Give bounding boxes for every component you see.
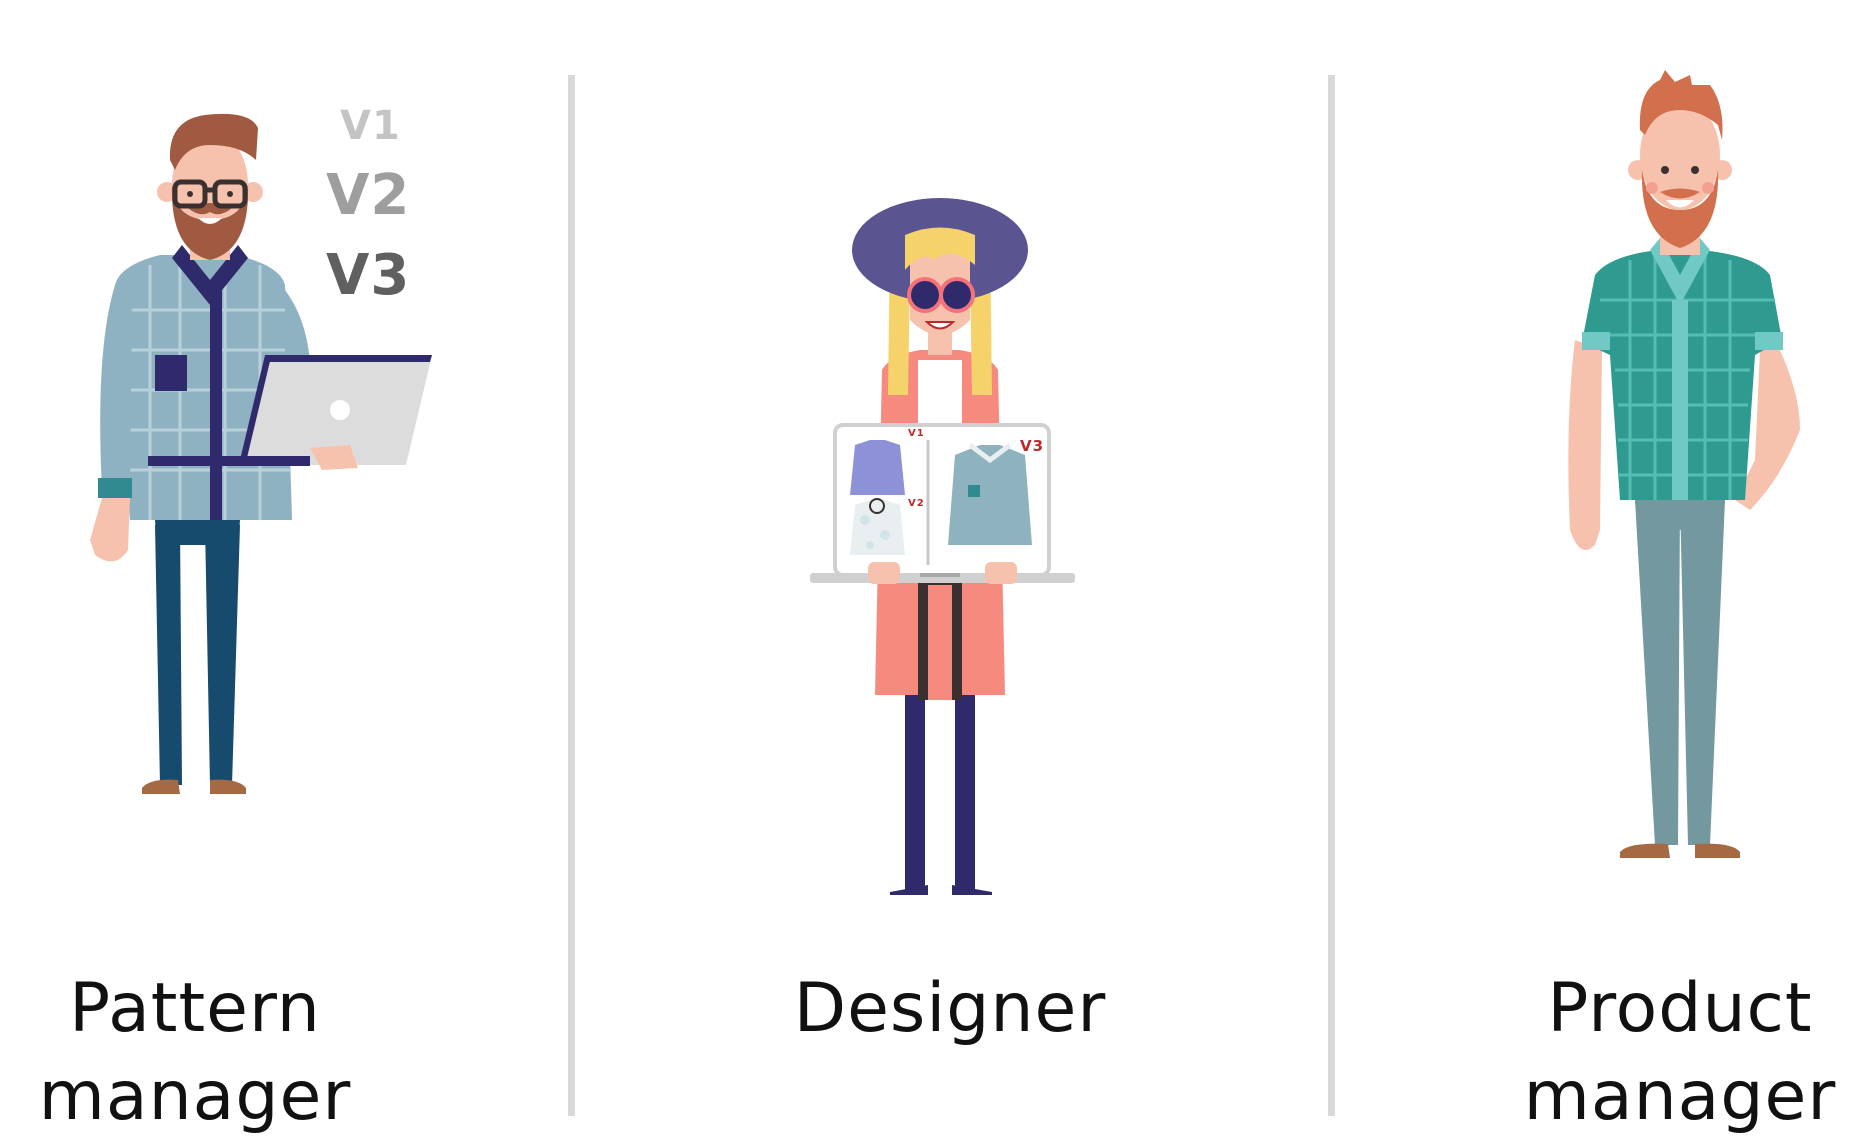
- screen-label-v3: V3: [1020, 437, 1045, 455]
- product-manager-label-line1: Product: [1547, 969, 1813, 1048]
- pattern-manager-illustration: [90, 113, 432, 794]
- divider-right: [1328, 75, 1335, 1116]
- product-manager-illustration: [1568, 70, 1800, 858]
- pattern-manager-label-line1: Pattern: [69, 969, 321, 1048]
- divider-left: [568, 75, 575, 1116]
- designer-illustration: [810, 198, 1075, 895]
- product-manager-label: Product manager: [1500, 965, 1860, 1141]
- designer-label-line1: Designer: [793, 969, 1107, 1048]
- pattern-manager-label-line2: manager: [38, 1057, 352, 1136]
- designer-label: Designer: [740, 965, 1160, 1053]
- pattern-manager-label: Pattern manager: [20, 965, 370, 1141]
- screen-label-v1: V1: [908, 428, 925, 439]
- product-manager-label-line2: manager: [1523, 1057, 1837, 1136]
- screen-label-v2: V2: [908, 498, 925, 509]
